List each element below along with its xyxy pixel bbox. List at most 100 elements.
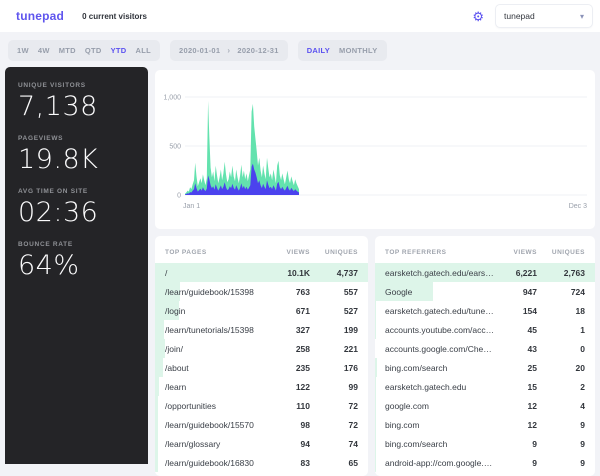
stat-unique-visitors: UNIQUE VISITORS 7,138: [18, 82, 138, 122]
table-row[interactable]: /learn/glossary9474: [155, 434, 368, 453]
table-row[interactable]: /join/258221: [155, 339, 368, 358]
row-name: earsketch.gatech.edu/tunepadL...: [385, 306, 495, 316]
row-views: 45: [495, 325, 537, 335]
row-name: earsketch.gatech.edu: [385, 382, 495, 392]
row-proportion-bar: [155, 434, 158, 453]
row-name: Google: [385, 287, 495, 297]
row-views: 6,221: [495, 268, 537, 278]
row-uniques: 1: [537, 325, 585, 335]
table-row[interactable]: /about235176: [155, 358, 368, 377]
stat-label: AVG TIME ON SITE: [18, 188, 138, 195]
gear-icon[interactable]: ⚙: [472, 10, 484, 23]
table-row[interactable]: Google947724: [375, 282, 595, 301]
row-name: /learn/tunetorials/15398: [165, 325, 268, 335]
range-preset-all[interactable]: ALL: [136, 46, 151, 55]
row-views: 43: [495, 344, 537, 354]
table-row[interactable]: /login671527: [155, 301, 368, 320]
top-referrers-rows: earsketch.gatech.edu/earsketch...6,2212,…: [375, 263, 595, 472]
current-visitors-label: 0 current visitors: [82, 12, 147, 21]
row-uniques: 4,737: [310, 268, 358, 278]
stat-label: BOUNCE RATE: [18, 241, 138, 248]
row-proportion-bar: [375, 453, 376, 472]
site-selector-dropdown[interactable]: tunepad ▾: [496, 5, 592, 27]
table-row[interactable]: /learn/guidebook/15398763557: [155, 282, 368, 301]
stat-value: 7,138: [18, 91, 138, 122]
row-proportion-bar: [155, 415, 158, 434]
row-proportion-bar: [155, 377, 159, 396]
traffic-chart[interactable]: 05001,000Jan 1Dec 3: [155, 70, 595, 229]
y-tick-label: 0: [177, 193, 181, 200]
date-range-presets: 1W 4W MTD QTD YTD ALL: [8, 40, 160, 61]
table-row[interactable]: /learn/guidebook/168308365: [155, 453, 368, 472]
row-uniques: 74: [310, 439, 358, 449]
table-row[interactable]: earsketch.gatech.edu/earsketch...6,2212,…: [375, 263, 595, 282]
top-pages-rows: /10.1K4,737/learn/guidebook/15398763557/…: [155, 263, 368, 472]
stat-pageviews: PAGEVIEWS19.8K: [18, 135, 138, 175]
date-to[interactable]: 2020-12-31: [237, 46, 278, 55]
row-views: 9: [495, 458, 537, 468]
table-row[interactable]: /learn/guidebook/155709872: [155, 415, 368, 434]
row-proportion-bar: [155, 358, 163, 377]
row-uniques: 724: [537, 287, 585, 297]
range-preset-ytd[interactable]: YTD: [111, 46, 127, 55]
row-uniques: 221: [310, 344, 358, 354]
filter-bar: 1W 4W MTD QTD YTD ALL 2020-01-01 › 2020-12-31…: [8, 40, 387, 61]
stat-value: 02:36: [18, 197, 138, 228]
row-name: /: [165, 268, 268, 278]
table-row[interactable]: /learn/tunetorials/15398327199: [155, 320, 368, 339]
date-range-picker[interactable]: 2020-01-01 › 2020-12-31: [170, 40, 288, 61]
uniques-column-header: UNIQUES: [310, 249, 358, 256]
table-row[interactable]: accounts.youtube.com/account...451: [375, 320, 595, 339]
row-name: /opportunities: [165, 401, 268, 411]
table-row[interactable]: bing.com/search2520: [375, 358, 595, 377]
range-preset-mtd[interactable]: MTD: [59, 46, 76, 55]
y-tick-label: 1,000: [163, 95, 181, 102]
row-name: earsketch.gatech.edu/earsketch...: [385, 268, 495, 278]
row-name: accounts.google.com/CheckCo...: [385, 344, 495, 354]
row-views: 12: [495, 420, 537, 430]
date-from[interactable]: 2020-01-01: [179, 46, 220, 55]
table-row[interactable]: /learn12299: [155, 377, 368, 396]
row-views: 154: [495, 306, 537, 316]
row-proportion-bar: [155, 396, 158, 415]
app-logo[interactable]: tunepad: [16, 9, 64, 23]
table-row[interactable]: earsketch.gatech.edu/tunepadL...15418: [375, 301, 595, 320]
row-views: 122: [268, 382, 310, 392]
table-row[interactable]: /10.1K4,737: [155, 263, 368, 282]
table-row[interactable]: android-app://com.google.andr...99: [375, 453, 595, 472]
stat-label: UNIQUE VISITORS: [18, 82, 138, 89]
range-preset-qtd[interactable]: QTD: [85, 46, 102, 55]
table-row[interactable]: accounts.google.com/CheckCo...430: [375, 339, 595, 358]
top-referrers-header: TOP REFERRERS VIEWS UNIQUES: [375, 244, 595, 263]
row-uniques: 18: [537, 306, 585, 316]
table-row[interactable]: bing.com/search99: [375, 434, 595, 453]
topbar-right: ⚙ tunepad ▾: [472, 5, 592, 27]
table-row[interactable]: bing.com129: [375, 415, 595, 434]
row-uniques: 72: [310, 401, 358, 411]
table-row[interactable]: google.com124: [375, 396, 595, 415]
row-views: 9: [495, 439, 537, 449]
range-preset-4w[interactable]: 4W: [38, 46, 50, 55]
table-row[interactable]: /opportunities11072: [155, 396, 368, 415]
granularity-monthly[interactable]: MONTHLY: [339, 46, 378, 55]
granularity-daily[interactable]: DAILY: [307, 46, 330, 55]
row-name: bing.com: [385, 420, 495, 430]
stat-avg-time-on-site: AVG TIME ON SITE 02:36: [18, 188, 138, 228]
row-proportion-bar: [375, 358, 377, 377]
row-uniques: 557: [310, 287, 358, 297]
stats-sidebar: UNIQUE VISITORS 7,138 PAGEVIEWS19.8K AVG TI…: [5, 67, 148, 464]
range-preset-1w[interactable]: 1W: [17, 46, 29, 55]
x-axis-start-label: Jan 1: [183, 203, 200, 210]
row-uniques: 9: [537, 458, 585, 468]
row-proportion-bar: [155, 320, 164, 339]
row-views: 763: [268, 287, 310, 297]
granularity-toggle: DAILY MONTHLY: [298, 40, 387, 61]
row-uniques: 9: [537, 439, 585, 449]
row-uniques: 65: [310, 458, 358, 468]
row-views: 12: [495, 401, 537, 411]
row-proportion-bar: [155, 339, 165, 358]
table-row[interactable]: earsketch.gatech.edu152: [375, 377, 595, 396]
stat-label: PAGEVIEWS: [18, 135, 138, 142]
row-name: android-app://com.google.andr...: [385, 458, 495, 468]
row-views: 98: [268, 420, 310, 430]
